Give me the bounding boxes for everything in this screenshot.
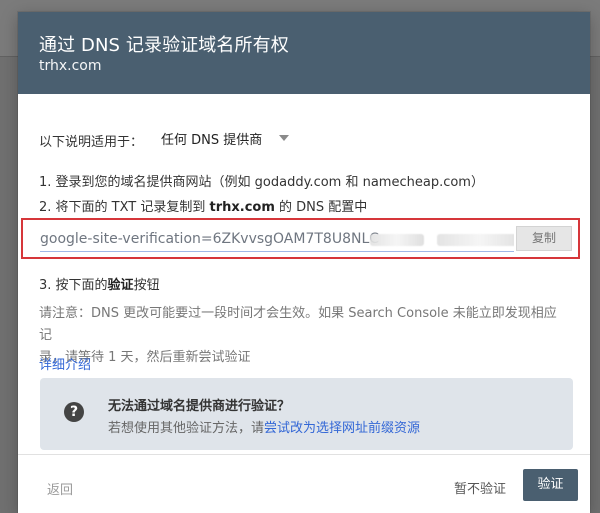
back-button[interactable]: 返回 [47, 479, 73, 498]
footer-divider [18, 454, 590, 455]
help-circle-icon: ? [64, 402, 84, 422]
dropdown-caret-icon [279, 135, 290, 141]
step-two-suffix: 的 DNS 配置中 [274, 200, 368, 215]
alternative-verification-title: 无法通过域名提供商进行验证？ [108, 399, 291, 414]
alternative-verification-panel: ? 无法通过域名提供商进行验证？ 若想使用其他验证方法，请尝试改为选择网址前缀资… [40, 378, 573, 450]
url-prefix-resource-link[interactable]: 尝试改为选择网址前缀资源 [264, 421, 420, 436]
verify-later-button[interactable]: 暂不验证 [454, 478, 506, 497]
dns-verification-dialog: 通过 DNS 记录验证域名所有权 trhx.com 以下说明适用于： 任何 DN… [18, 12, 590, 513]
provider-select-value: 任何 DNS 提供商 [161, 132, 263, 148]
screen: 通过 DNS 记录验证域名所有权 trhx.com 以下说明适用于： 任何 DN… [0, 0, 600, 513]
copy-button[interactable]: 复制 [516, 226, 572, 251]
verify-button[interactable]: 验证 [523, 469, 578, 501]
dialog-title: 通过 DNS 记录验证域名所有权 [39, 35, 289, 56]
redacted-record-segment [437, 234, 514, 246]
note-line-one: 请注意：DNS 更改可能要过一段时间才会生效。如果 Search Console… [39, 306, 557, 343]
step-two-prefix: 2. 将下面的 TXT 记录复制到 [39, 200, 210, 215]
applies-to-label: 以下说明适用于： [39, 135, 144, 150]
domain-subtitle: trhx.com [39, 58, 102, 74]
step-three: 3. 按下面的验证按钮 [39, 274, 160, 293]
step-one: 1. 登录到您的域名提供商网站（例如 godaddy.com 和 nameche… [39, 175, 484, 190]
dns-propagation-note: 请注意：DNS 更改可能要过一段时间才会生效。如果 Search Console… [39, 303, 559, 369]
note-line-two: 录，请等待 1 天，然后重新尝试验证 [39, 350, 251, 365]
alternative-verification-prefix: 若想使用其他验证方法，请 [108, 421, 265, 436]
details-link[interactable]: 详细介绍 [39, 354, 91, 373]
dialog-body: 以下说明适用于： 任何 DNS 提供商 1. 登录到您的域名提供商网站（例如 g… [18, 94, 590, 454]
dialog-header: 通过 DNS 记录验证域名所有权 trhx.com [18, 12, 590, 94]
verification-record-text: google-site-verification=6ZKvvsgOAM7T8U8… [40, 231, 380, 247]
step-three-verify-word: 验证 [107, 278, 134, 293]
verification-record-field[interactable]: google-site-verification=6ZKvvsgOAM7T8U8… [40, 225, 514, 253]
step-three-suffix: 按钮 [133, 278, 160, 293]
redacted-record-segment [370, 234, 424, 246]
step-two: 2. 将下面的 TXT 记录复制到 trhx.com 的 DNS 配置中 [39, 196, 367, 215]
alternative-verification-text: 若想使用其他验证方法，请尝试改为选择网址前缀资源 [108, 417, 420, 436]
step-two-domain: trhx.com [209, 200, 275, 215]
step-three-prefix: 3. 按下面的 [39, 278, 108, 293]
provider-select[interactable]: 任何 DNS 提供商 [161, 127, 290, 149]
